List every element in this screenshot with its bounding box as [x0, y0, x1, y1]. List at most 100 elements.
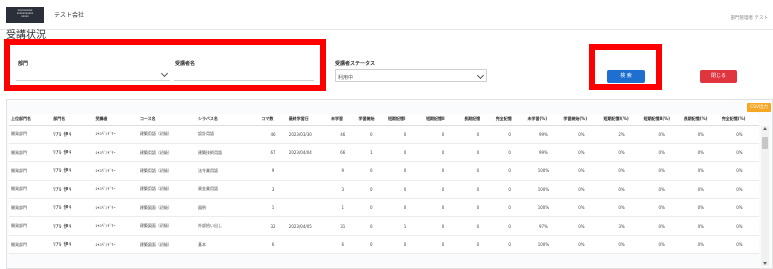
col-header-stm2[interactable]: 短期記憶Ⅱ: [424, 114, 463, 126]
cell-course: 建築図面（初級）: [137, 216, 196, 236]
logo-line: xxxxx: [21, 15, 29, 18]
cell-complete: 0: [493, 143, 526, 163]
cell-ltm: 0: [462, 161, 494, 181]
status-label: 受講者ステータス: [335, 61, 376, 67]
cell-parent-dept: 開発部門: [9, 125, 52, 144]
cell-stm1-pct: 3%: [601, 216, 642, 236]
cell-unlearned: 1: [329, 198, 357, 218]
cell-dept: ﾘｱﾙ 伊ｷ: [51, 161, 94, 181]
cell-stm1-pct: 0%: [601, 180, 642, 200]
cell-stm1: 0: [386, 198, 425, 218]
col-header-started[interactable]: 学習開始: [356, 114, 387, 126]
cell-unlearned: 3: [329, 180, 357, 200]
table-row[interactable]: 開発部門 ﾘｱﾙ 伊ｷ ｼｬﾝﾊﾟﾝﾄﾞﾘｰ 建築図面（初級） 基本 6 6 0…: [9, 235, 759, 255]
cell-units: 3: [259, 180, 287, 200]
table-row[interactable]: 開発部門 ﾘｱﾙ 伊ｷ ｼｬﾝﾊﾟﾝﾄﾞﾘｰ 建築用語（初級） 建築技術用語 6…: [9, 143, 759, 163]
cell-unlearned-pct: 100%: [525, 235, 562, 255]
col-header-started-pct[interactable]: 学習開始(%): [561, 114, 602, 126]
cell-learner: ｼｬﾝﾊﾟﾝﾄﾞﾘｰ: [93, 161, 138, 181]
status-select-value: 利用中: [338, 75, 354, 81]
cell-stm2: 0: [424, 161, 463, 181]
col-header-last-study[interactable]: 最終学習日: [286, 114, 330, 126]
cell-unlearned-pct: 100%: [525, 180, 562, 200]
cell-units: 1: [259, 198, 287, 218]
table-row[interactable]: 開発部門 ﾘｱﾙ 伊ｷ ｼｬﾝﾊﾟﾝﾄﾞﾘｰ 建築用語（初級） 設計用語 46 …: [9, 125, 759, 144]
cell-complete: 0: [493, 180, 526, 200]
chevron-down-icon: [476, 71, 485, 80]
col-header-learner[interactable]: 受講者: [93, 114, 138, 126]
cell-ltm: 0: [462, 125, 494, 144]
col-header-ltm[interactable]: 長期記憶: [462, 114, 494, 126]
cell-complete: 0: [493, 161, 526, 181]
cell-learner: ｼｬﾝﾊﾟﾝﾄﾞﾘｰ: [93, 235, 138, 255]
cell-dept: ﾘｱﾙ 伊ｷ: [51, 125, 94, 144]
cell-started-pct: 0%: [561, 161, 602, 181]
col-header-unlearned[interactable]: 未学習: [329, 114, 357, 126]
col-header-stm1-pct[interactable]: 短期記憶Ⅰ(%): [601, 114, 642, 126]
csv-export-button[interactable]: CSV出力: [747, 103, 771, 112]
cell-started: 0: [356, 216, 387, 236]
scrollbar-thumb[interactable]: [762, 137, 768, 149]
cell-ltm-pct: 0%: [681, 125, 720, 144]
col-header-units[interactable]: コマ数: [259, 114, 287, 126]
cell-stm1: 0: [386, 143, 425, 163]
table-row[interactable]: 開発部門 ﾘｱﾙ 伊ｷ ｼｬﾝﾊﾟﾝﾄﾞﾘｰ 建築図面（初級） 外部拾い出し 3…: [9, 216, 759, 236]
cell-dept: ﾘｱﾙ 伊ｷ: [51, 180, 94, 200]
cell-started: 1: [356, 143, 387, 163]
cell-last-study: [286, 235, 330, 255]
cell-parent-dept: 開発部門: [9, 143, 52, 163]
cell-learner: ｼｬﾝﾊﾟﾝﾄﾞﾘｰ: [93, 125, 138, 144]
cell-complete-pct: 0%: [719, 216, 759, 236]
cell-complete: 0: [493, 235, 526, 255]
cell-units: 67: [259, 143, 287, 163]
col-header-stm1[interactable]: 短期記憶Ⅰ: [386, 114, 425, 126]
cell-unlearned-pct: 100%: [525, 161, 562, 181]
cell-ltm: 0: [462, 216, 494, 236]
cell-last-study: [286, 180, 330, 200]
cell-units: 9: [259, 161, 287, 181]
col-header-course[interactable]: コース名: [137, 114, 196, 126]
app-logo[interactable]: xxxxxxxxxx xxxxxxxxxxx xxxxx: [6, 7, 44, 23]
cell-stm1: 1: [386, 216, 425, 236]
cell-parent-dept: 開発部門: [9, 180, 52, 200]
col-header-unlearned-pct[interactable]: 未学習(%): [525, 114, 562, 126]
cell-stm2: 0: [424, 216, 463, 236]
cell-complete: 0: [493, 198, 526, 218]
col-header-syllabus[interactable]: シラバス名: [195, 114, 260, 126]
cell-stm1-pct: 0%: [601, 235, 642, 255]
cell-ltm-pct: 0%: [681, 235, 720, 255]
scroll-up-arrow-icon[interactable]: [763, 127, 767, 130]
scroll-down-arrow-icon[interactable]: [763, 262, 767, 265]
user-role[interactable]: 部門管理者 テスト: [731, 15, 768, 21]
cell-stm1-pct: 0%: [601, 161, 642, 181]
cell-stm2: 0: [424, 143, 463, 163]
table-row[interactable]: 開発部門 ﾘｱﾙ 伊ｷ ｼｬﾝﾊﾟﾝﾄﾞﾘｰ 建築図面（初級） 図例 1 1 0…: [9, 198, 759, 218]
col-header-complete[interactable]: 完全記憶: [493, 114, 526, 126]
table-row[interactable]: 開発部門 ﾘｱﾙ 伊ｷ ｼｬﾝﾊﾟﾝﾄﾞﾘｰ 建築用語（初級） 法令業用語 9 …: [9, 161, 759, 181]
col-header-ltm-pct[interactable]: 長期記憶(%): [681, 114, 720, 126]
cell-unlearned-pct: 97%: [525, 216, 562, 236]
cell-started-pct: 0%: [561, 235, 602, 255]
col-header-parent-dept[interactable]: 上位部門名: [9, 114, 52, 126]
table-header-row: 上位部門名 部門名 受講者 コース名 シラバス名 コマ数 最終学習日 未学習 学…: [9, 114, 759, 126]
close-button[interactable]: 閉じる: [700, 70, 737, 83]
cell-started: 0: [356, 161, 387, 181]
col-header-dept[interactable]: 部門名: [51, 114, 94, 126]
cell-unlearned-pct: 99%: [525, 125, 562, 144]
cell-syllabus: 設計用語: [195, 125, 260, 144]
cell-ltm-pct: 0%: [681, 143, 720, 163]
progress-table: 上位部門名 部門名 受講者 コース名 シラバス名 コマ数 最終学習日 未学習 学…: [9, 114, 759, 255]
cell-complete-pct: 0%: [719, 143, 759, 163]
cell-complete-pct: 0%: [719, 235, 759, 255]
col-header-complete-pct[interactable]: 完全記憶(%): [719, 114, 759, 126]
cell-stm2-pct: 0%: [641, 161, 682, 181]
table-row[interactable]: 開発部門 ﾘｱﾙ 伊ｷ ｼｬﾝﾊﾟﾝﾄﾞﾘｰ 建築用語（初級） 資金業用語 3 …: [9, 180, 759, 200]
cell-ltm-pct: 0%: [681, 180, 720, 200]
status-select[interactable]: 利用中: [335, 69, 487, 82]
col-header-stm2-pct[interactable]: 短期記憶Ⅱ(%): [641, 114, 682, 126]
cell-stm1-pct: 0%: [601, 143, 642, 163]
cell-learner: ｼｬﾝﾊﾟﾝﾄﾞﾘｰ: [93, 180, 138, 200]
cell-ltm: 0: [462, 235, 494, 255]
cell-units: 32: [259, 216, 287, 236]
cell-learner: ｼｬﾝﾊﾟﾝﾄﾞﾘｰ: [93, 216, 138, 236]
